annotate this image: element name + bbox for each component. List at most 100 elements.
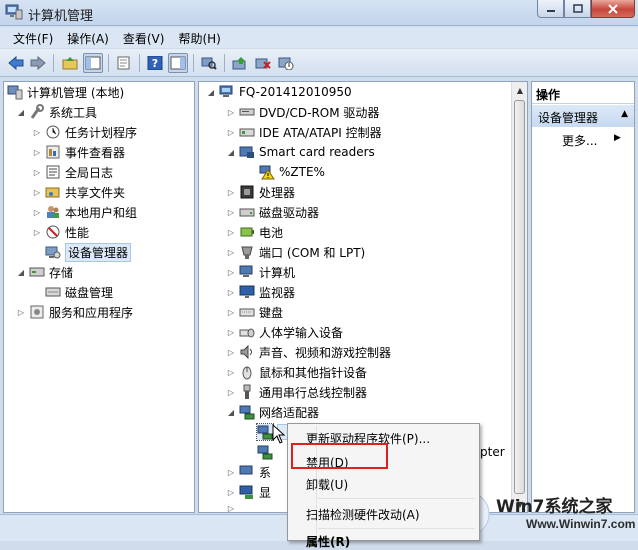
- device-label: 网络适配器: [259, 405, 320, 420]
- menu-view[interactable]: 查看(V): [116, 27, 172, 48]
- device-node-ports[interactable]: ▷ 端口 (COM 和 LPT): [226, 242, 365, 262]
- expand-arrow-icon[interactable]: ▷: [32, 148, 42, 157]
- expand-arrow-icon[interactable]: ▷: [32, 228, 42, 237]
- expand-arrow-icon[interactable]: ▷: [226, 128, 236, 137]
- expand-arrow-icon[interactable]: ▷: [32, 168, 42, 177]
- back-arrow-icon[interactable]: [6, 53, 26, 73]
- tree-label: 磁盘管理: [65, 285, 114, 300]
- expand-arrow-icon[interactable]: ◢: [16, 108, 26, 117]
- expand-arrow-icon[interactable]: ▷: [226, 328, 236, 337]
- device-node-adapter-2[interactable]: [257, 442, 277, 462]
- tree-node-event-viewer[interactable]: ▷ 事件查看器: [32, 142, 125, 162]
- uninstall-device-icon[interactable]: [253, 53, 273, 73]
- expand-arrow-icon[interactable]: ▷: [226, 308, 236, 317]
- tree-node-disk-management[interactable]: 磁盘管理: [45, 282, 113, 302]
- minimize-button[interactable]: [537, 0, 564, 18]
- expand-arrow-icon[interactable]: ▷: [226, 488, 236, 497]
- expand-arrow-icon[interactable]: ▷: [226, 208, 236, 217]
- port-icon: [239, 244, 255, 260]
- disable-device-icon[interactable]: [276, 53, 296, 73]
- expand-arrow-icon[interactable]: ▷: [226, 388, 236, 397]
- device-node-hid[interactable]: ▷ 人体学输入设备: [226, 322, 343, 342]
- device-label: 声音、视频和游戏控制器: [259, 345, 392, 360]
- device-node-keyboards[interactable]: ▷ 键盘: [226, 302, 283, 322]
- device-node-dvd[interactable]: ▷ DVD/CD-ROM 驱动器: [226, 102, 380, 122]
- expand-arrow-icon[interactable]: ▷: [32, 188, 42, 197]
- menu-properties[interactable]: 属性(R): [306, 533, 350, 550]
- tree-node-system-tools[interactable]: ◢ 系统工具: [16, 102, 97, 122]
- expand-arrow-icon[interactable]: ▷: [226, 268, 236, 277]
- expand-arrow-icon[interactable]: ▷: [226, 368, 236, 377]
- tree-node-device-manager[interactable]: 设备管理器: [45, 242, 132, 262]
- device-label: 端口 (COM 和 LPT): [259, 245, 366, 260]
- expand-arrow-icon[interactable]: ▷: [226, 248, 236, 257]
- tree-node-task-scheduler[interactable]: ▷ 任务计划程序: [32, 122, 137, 142]
- collapse-arrow-icon[interactable]: ◢: [206, 88, 216, 97]
- forward-arrow-icon[interactable]: [28, 53, 48, 73]
- tree-node-shared-folders[interactable]: ▷ 共享文件夹: [32, 182, 125, 202]
- scan-hardware-icon[interactable]: [199, 53, 219, 73]
- help-icon[interactable]: ?: [145, 53, 165, 73]
- maximize-button[interactable]: [564, 0, 591, 18]
- tree-node-services-applications[interactable]: ▷ 服务和应用程序: [16, 302, 133, 322]
- device-node-network-adapters[interactable]: ◢ 网络适配器: [226, 402, 319, 422]
- device-label: FQ-201412010950: [239, 85, 352, 99]
- device-node-display[interactable]: ▷ 显: [226, 482, 271, 502]
- update-driver-icon[interactable]: [230, 53, 250, 73]
- device-tree-scrollbar[interactable]: ▲ ▼: [511, 82, 527, 512]
- device-node-ide[interactable]: ▷ IDE ATA/ATAPI 控制器: [226, 122, 382, 142]
- expand-arrow-icon[interactable]: ▷: [226, 108, 236, 117]
- device-node-monitors[interactable]: ▷ 监视器: [226, 282, 295, 302]
- expand-arrow-icon[interactable]: ▷: [32, 128, 42, 137]
- device-node-mice[interactable]: ▷ 鼠标和其他指针设备: [226, 362, 367, 382]
- expand-arrow-icon[interactable]: ▷: [16, 308, 26, 317]
- show-action-pane-icon[interactable]: [168, 53, 188, 73]
- device-node-usb[interactable]: ▷ 通用串行总线控制器: [226, 382, 367, 402]
- menu-action[interactable]: 操作(A): [60, 27, 116, 48]
- more-actions-link[interactable]: 更多... ▶: [562, 132, 621, 149]
- properties-sheet-icon[interactable]: [114, 53, 134, 73]
- device-node-zte[interactable]: %ZTE%: [259, 162, 325, 182]
- collapse-arrow-icon[interactable]: ◢: [226, 408, 236, 417]
- up-folder-icon[interactable]: [60, 53, 80, 73]
- tree-node-computer-management[interactable]: 计算机管理 (本地): [7, 82, 124, 102]
- tree-node-local-users-groups[interactable]: ▷ 本地用户和组: [32, 202, 137, 222]
- device-node-smart-card[interactable]: ◢ Smart card readers: [226, 142, 375, 162]
- device-node-sound[interactable]: ▷ 声音、视频和游戏控制器: [226, 342, 391, 362]
- expand-arrow-icon[interactable]: ◢: [16, 268, 26, 277]
- device-label: 通用串行总线控制器: [259, 385, 368, 400]
- device-node-disk-drives[interactable]: ▷ 磁盘驱动器: [226, 202, 319, 222]
- menu-file[interactable]: 文件(F): [6, 27, 60, 48]
- tree-label: 性能: [65, 225, 90, 240]
- show-hide-tree-icon[interactable]: [83, 53, 103, 73]
- tree-node-global-log[interactable]: ▷ 全局日志: [32, 162, 113, 182]
- device-node-computer[interactable]: ▷ 计算机: [226, 262, 295, 282]
- processor-icon: [239, 184, 255, 200]
- device-node-system[interactable]: ▷ 系: [226, 462, 271, 482]
- expand-arrow-icon[interactable]: ▷: [32, 208, 42, 217]
- tree-node-performance[interactable]: ▷ 性能: [32, 222, 89, 242]
- device-node-battery[interactable]: ▷ 电池: [226, 222, 283, 242]
- menu-uninstall[interactable]: 卸载(U): [306, 476, 348, 493]
- close-button[interactable]: [591, 0, 635, 18]
- device-node-processor[interactable]: ▷ 处理器: [226, 182, 295, 202]
- device-node-root[interactable]: ◢ FQ-201412010950: [206, 82, 352, 102]
- expand-arrow-icon[interactable]: ▷: [226, 288, 236, 297]
- tree-label: 事件查看器: [65, 145, 126, 160]
- tree-node-storage[interactable]: ◢ 存储: [16, 262, 73, 282]
- actions-section-device-manager[interactable]: 设备管理器 ▲: [532, 105, 634, 127]
- collapse-section-icon[interactable]: ▲: [621, 109, 628, 119]
- menu-scan-hardware[interactable]: 扫描检测硬件改动(A): [306, 506, 420, 523]
- expand-arrow-icon[interactable]: ▷: [226, 188, 236, 197]
- menu-help[interactable]: 帮助(H): [171, 27, 227, 48]
- services-apps-icon: [29, 304, 45, 320]
- expand-arrow-icon[interactable]: ▷: [226, 348, 236, 357]
- expand-arrow-icon[interactable]: ▷: [226, 228, 236, 237]
- dvd-drive-icon: [239, 104, 255, 120]
- users-groups-icon: [45, 204, 61, 220]
- collapse-arrow-icon[interactable]: ◢: [226, 148, 236, 157]
- tree-label: 设备管理器: [65, 242, 132, 262]
- scroll-up-icon[interactable]: ▲: [512, 82, 528, 98]
- scrollbar-thumb[interactable]: [514, 100, 525, 494]
- expand-arrow-icon[interactable]: ▷: [226, 468, 236, 477]
